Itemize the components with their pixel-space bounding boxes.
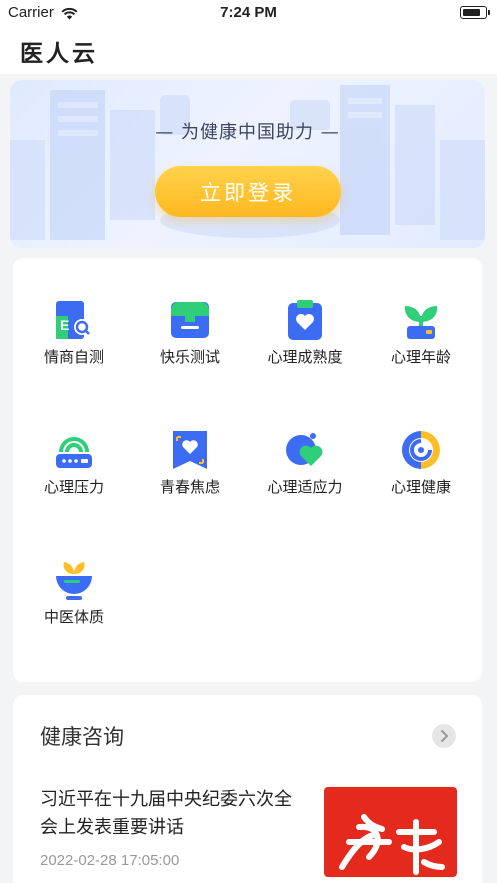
- tool-label: 情商自测: [43, 348, 104, 366]
- calligraphy-image: [339, 814, 445, 875]
- health-news-section: 健康咨询 习近平在十九届中央纪委六次全会上发表重要讲话 2022-02-28 1…: [13, 695, 482, 883]
- tool-label: 心理适应力: [267, 478, 343, 496]
- battery-icon: [460, 6, 490, 19]
- heart-bookmark-icon: [173, 431, 207, 469]
- assessment-tools-grid: E 情商自测 快乐测试 心理成熟度 心理年龄 心理压力 青春焦虑 心理适应力 心…: [13, 258, 482, 682]
- news-item-title[interactable]: 习近平在十九届中央纪委六次全会上发表重要讲话: [40, 786, 300, 842]
- tool-mental-health[interactable]: 心理健康: [363, 428, 475, 528]
- tool-label: 中医体质: [43, 608, 104, 626]
- news-thumbnail[interactable]: [324, 787, 457, 877]
- tool-label: 心理成熟度: [267, 348, 343, 366]
- tool-label: 心理年龄: [390, 348, 451, 366]
- clock-time: 7:24 PM: [220, 4, 277, 21]
- tool-psych-adaptability[interactable]: 心理适应力: [247, 428, 359, 528]
- promo-banner[interactable]: — 为健康中国助力 — 立即登录: [10, 80, 485, 248]
- svg-text:E: E: [60, 317, 69, 333]
- heart-clipboard-icon: [288, 300, 322, 340]
- tool-happiness-test[interactable]: 快乐测试: [132, 298, 244, 398]
- server-illustration: [10, 85, 485, 240]
- sprout-icon: [404, 306, 438, 339]
- nav-bar: 医人云: [0, 26, 497, 74]
- tool-label: 心理健康: [390, 478, 451, 496]
- banner-slogan: — 为健康中国助力 —: [155, 122, 340, 143]
- more-chevron-button[interactable]: [432, 724, 456, 748]
- inbox-tray-icon: [171, 302, 209, 338]
- signal-router-icon: [56, 437, 92, 468]
- tool-youth-anxiety[interactable]: 青春焦虑: [132, 428, 244, 528]
- app-title: 医人云: [20, 41, 98, 67]
- login-button[interactable]: 立即登录: [155, 166, 341, 217]
- tool-psych-stress[interactable]: 心理压力: [16, 428, 128, 528]
- tool-label: 心理压力: [43, 478, 104, 496]
- status-bar: Carrier 7:24 PM: [0, 0, 497, 26]
- tool-tcm-constitution[interactable]: 中医体质: [16, 558, 128, 658]
- section-heading: 健康咨询: [40, 725, 124, 749]
- news-item-time: 2022-02-28 17:05:00: [40, 852, 180, 869]
- heart-bubble-icon: [286, 433, 323, 466]
- chevron-right-icon: [441, 730, 448, 742]
- tool-eq-test[interactable]: E 情商自测: [16, 298, 128, 398]
- tool-psych-maturity[interactable]: 心理成熟度: [247, 298, 359, 398]
- tool-label: 快乐测试: [159, 348, 220, 366]
- tool-psych-age[interactable]: 心理年龄: [363, 298, 475, 398]
- target-ring-icon: [402, 431, 440, 469]
- tool-label: 青春焦虑: [159, 478, 220, 496]
- herb-bowl-icon: [56, 562, 92, 600]
- eq-test-icon: E: [56, 301, 90, 339]
